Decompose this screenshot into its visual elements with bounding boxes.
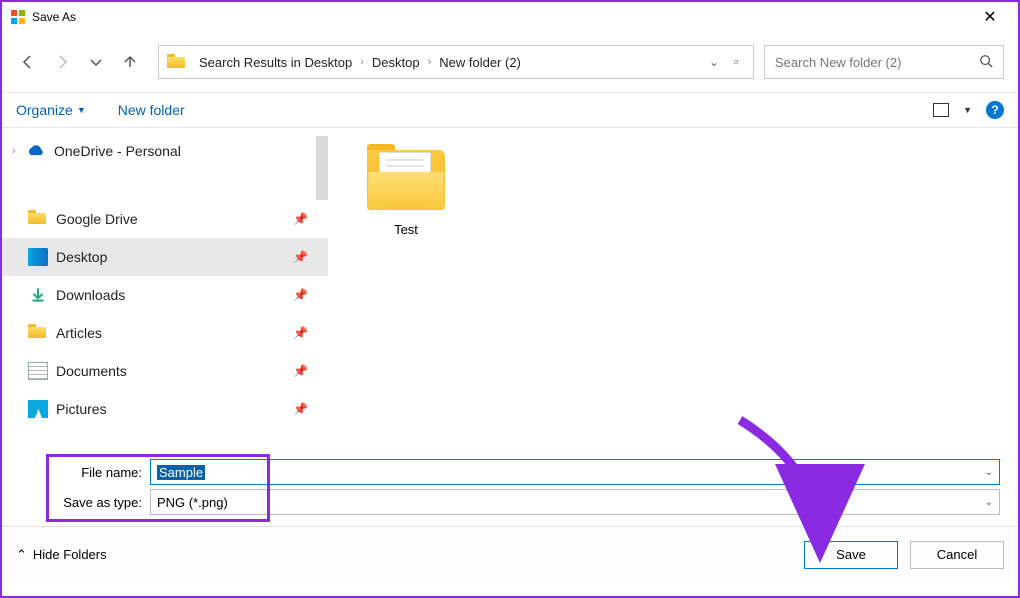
scrollbar-thumb[interactable] [316, 136, 328, 200]
footer: ⌃ Hide Folders Save Cancel [2, 526, 1018, 582]
save-button[interactable]: Save [804, 541, 898, 569]
help-icon[interactable]: ? [986, 101, 1004, 119]
sidebar-item-desktop[interactable]: Desktop 📌 [2, 238, 328, 276]
breadcrumb-seg[interactable]: New folder (2) [435, 55, 525, 70]
saveastype-value: PNG (*.png) [157, 495, 228, 510]
pictures-icon [28, 400, 48, 418]
app-icon [10, 9, 26, 25]
filename-input[interactable]: Sample ⌄ [150, 459, 1000, 485]
window-title: Save As [32, 10, 970, 24]
sidebar-item-articles[interactable]: Articles 📌 [2, 314, 328, 352]
sidebar: › OneDrive - Personal Google Drive 📌 Des… [2, 128, 328, 450]
documents-icon [28, 362, 48, 380]
sidebar-item-label: Downloads [56, 287, 125, 303]
pin-icon: 📌 [293, 326, 308, 340]
sidebar-item-googledrive[interactable]: Google Drive 📌 [2, 200, 328, 238]
sidebar-item-onedrive[interactable]: › OneDrive - Personal [2, 136, 328, 166]
chevron-right-icon[interactable]: › [12, 145, 26, 157]
search-icon[interactable] [979, 54, 993, 71]
breadcrumb-seg[interactable]: Desktop [368, 55, 424, 70]
downloads-icon [28, 286, 48, 304]
recent-dropdown-icon[interactable] [88, 54, 104, 70]
back-icon[interactable] [20, 54, 36, 70]
folder-item-label: Test [358, 222, 454, 237]
search-input[interactable] [775, 55, 979, 70]
breadcrumb[interactable]: Search Results in Desktop › Desktop › Ne… [158, 45, 754, 79]
forward-icon[interactable] [54, 54, 70, 70]
toolbar: Organize ▼ New folder ▼ ? [2, 92, 1018, 128]
sidebar-item-label: Articles [56, 325, 102, 341]
view-icon[interactable] [933, 103, 949, 117]
up-icon[interactable] [122, 54, 138, 70]
pin-icon: 📌 [293, 364, 308, 378]
saveastype-select[interactable]: PNG (*.png) ⌄ [150, 489, 1000, 515]
nav-row: Search Results in Desktop › Desktop › Ne… [2, 32, 1018, 92]
breadcrumb-seg[interactable]: Search Results in Desktop [195, 55, 356, 70]
sidebar-item-label: Pictures [56, 401, 107, 417]
chevron-down-icon[interactable]: ⌄ [985, 467, 993, 478]
save-fields: File name: Sample ⌄ Save as type: PNG (*… [2, 450, 1018, 526]
sidebar-item-documents[interactable]: Documents 📌 [2, 352, 328, 390]
folder-item-test[interactable]: Test [358, 142, 454, 237]
chevron-right-icon[interactable]: › [424, 56, 436, 68]
filename-label: File name: [10, 465, 150, 480]
chevron-right-icon[interactable]: › [356, 56, 368, 68]
sidebar-item-label: Desktop [56, 249, 107, 265]
folder-icon [367, 142, 445, 210]
saveastype-label: Save as type: [10, 495, 150, 510]
refresh-icon[interactable] [727, 53, 745, 71]
pin-icon: 📌 [293, 212, 308, 226]
hide-folders-label: Hide Folders [33, 547, 107, 562]
pin-icon: 📌 [293, 250, 308, 264]
sidebar-item-label: Documents [56, 363, 127, 379]
view-dropdown-icon[interactable]: ▼ [963, 105, 972, 115]
new-folder-button[interactable]: New folder [118, 102, 185, 118]
desktop-icon [28, 248, 48, 266]
pin-icon: 📌 [293, 402, 308, 416]
folder-icon [167, 54, 185, 70]
organize-button[interactable]: Organize ▼ [16, 102, 86, 118]
onedrive-icon [26, 142, 46, 160]
pin-icon: 📌 [293, 288, 308, 302]
sidebar-item-label: OneDrive - Personal [54, 143, 181, 159]
chevron-down-icon[interactable]: ⌄ [709, 55, 727, 69]
sidebar-item-pictures[interactable]: Pictures 📌 [2, 390, 328, 428]
titlebar: Save As ✕ [2, 2, 1018, 32]
sidebar-item-downloads[interactable]: Downloads 📌 [2, 276, 328, 314]
folder-icon [28, 324, 48, 342]
main-area: › OneDrive - Personal Google Drive 📌 Des… [2, 128, 1018, 450]
search-box[interactable] [764, 45, 1004, 79]
close-button[interactable]: ✕ [970, 7, 1010, 27]
hide-folders-button[interactable]: ⌃ Hide Folders [16, 547, 107, 563]
chevron-down-icon[interactable]: ⌄ [985, 497, 993, 508]
folder-icon [28, 210, 48, 228]
cancel-button[interactable]: Cancel [910, 541, 1004, 569]
chevron-up-icon: ⌃ [16, 547, 27, 563]
folder-content[interactable]: Test [328, 128, 1018, 450]
sidebar-item-label: Google Drive [56, 211, 138, 227]
organize-label: Organize [16, 102, 73, 118]
filename-value: Sample [157, 465, 205, 480]
